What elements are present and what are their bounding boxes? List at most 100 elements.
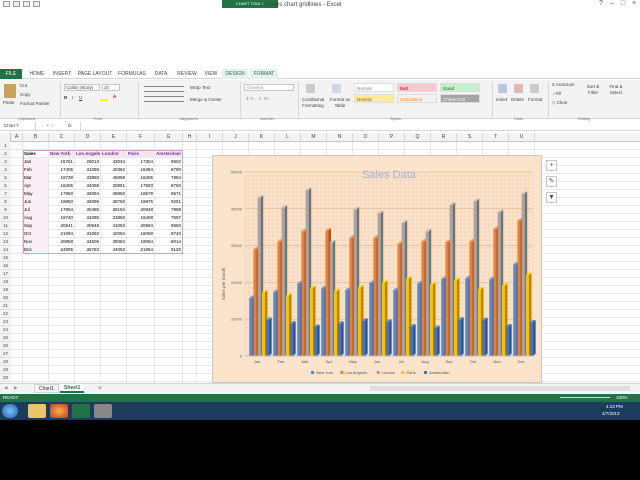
excel-taskbar-icon[interactable]: [72, 404, 90, 418]
paste-icon[interactable]: [4, 84, 16, 98]
conditional-formatting-icon[interactable]: [306, 84, 315, 93]
row-header-18[interactable]: 18: [0, 278, 11, 286]
tab-home[interactable]: HOME: [26, 69, 48, 79]
column-header-a[interactable]: A: [11, 133, 23, 142]
style-calculation[interactable]: Calculation: [397, 94, 437, 103]
row-header-23[interactable]: 23: [0, 318, 11, 326]
name-box[interactable]: Chart 7: [2, 122, 36, 130]
column-header-t[interactable]: T: [483, 133, 509, 142]
column-header-b[interactable]: B: [23, 133, 49, 142]
column-header-f[interactable]: F: [127, 133, 155, 142]
format-cells-icon[interactable]: [530, 84, 539, 93]
copy-button[interactable]: Copy: [20, 92, 31, 97]
row-header-29[interactable]: 29: [0, 366, 11, 374]
clear-button[interactable]: ◇ Clear: [552, 100, 567, 106]
row-header-11[interactable]: 11: [0, 222, 11, 230]
column-header-h[interactable]: H: [183, 133, 197, 142]
sheet-nav-left-icon[interactable]: ◀: [4, 385, 7, 391]
save-icon[interactable]: [13, 1, 20, 7]
column-header-o[interactable]: O: [353, 133, 379, 142]
tab-view[interactable]: VIEW: [202, 69, 220, 79]
delete-cells-icon[interactable]: [514, 84, 523, 93]
tab-format[interactable]: FORMAT: [250, 69, 278, 79]
insert-cells-button[interactable]: Insert: [496, 97, 507, 102]
tab-file[interactable]: FILE: [0, 69, 22, 79]
fx-icon[interactable]: fx: [68, 122, 72, 130]
formula-input[interactable]: [80, 122, 638, 130]
sheet-nav-right-icon[interactable]: ▶: [14, 385, 17, 391]
delete-cells-button[interactable]: Delete: [511, 97, 524, 102]
wrap-text-button[interactable]: Wrap Text: [190, 85, 210, 90]
add-sheet-icon[interactable]: ⊕: [98, 385, 102, 391]
number-format-icons[interactable]: $ % , .0 .00: [246, 96, 269, 101]
style-neutral[interactable]: Neutral: [354, 94, 394, 103]
fill-color-icon[interactable]: [100, 95, 108, 101]
column-header-r[interactable]: R: [431, 133, 457, 142]
underline-icon[interactable]: U: [79, 95, 82, 100]
row-header-17[interactable]: 17: [0, 270, 11, 278]
style-good[interactable]: Good: [440, 83, 480, 92]
format-cells-button[interactable]: Format: [528, 97, 542, 102]
chart-styles-brush-icon[interactable]: ✎: [546, 176, 557, 187]
sheet-tab-chart1[interactable]: Chart1: [34, 384, 60, 393]
undo-icon[interactable]: [23, 1, 30, 7]
row-header-9[interactable]: 9: [0, 206, 11, 214]
row-header-8[interactable]: 8: [0, 198, 11, 206]
alignment-icons[interactable]: [144, 84, 184, 104]
column-header-m[interactable]: M: [301, 133, 327, 142]
zoom-level[interactable]: 100%: [616, 395, 628, 400]
sales-chart[interactable]: 0 10000 20000 30000 40000 50000 Sales Data Sale…: [212, 155, 542, 383]
row-header-5[interactable]: 5: [0, 174, 11, 182]
minimize-button[interactable]: –: [607, 0, 617, 8]
column-header-p[interactable]: P: [379, 133, 405, 142]
help-icon[interactable]: ?: [596, 0, 606, 8]
close-button[interactable]: ×: [629, 0, 639, 8]
row-header-30[interactable]: 30: [0, 374, 11, 382]
row-header-19[interactable]: 19: [0, 286, 11, 294]
column-header-i[interactable]: I: [197, 133, 223, 142]
row-header-21[interactable]: 21: [0, 302, 11, 310]
maximize-button[interactable]: □: [618, 0, 628, 8]
tab-design[interactable]: DESIGN: [222, 69, 248, 79]
tab-page-layout[interactable]: PAGE LAYOUT: [76, 69, 114, 79]
bold-icon[interactable]: B: [64, 95, 67, 100]
column-header-e[interactable]: E: [101, 133, 127, 142]
format-as-table-button[interactable]: Format as Table: [328, 97, 352, 109]
chart-filter-icon[interactable]: ▼: [546, 192, 557, 203]
tab-formulas[interactable]: FORMULAS: [116, 69, 148, 79]
row-header-24[interactable]: 24: [0, 326, 11, 334]
fill-button[interactable]: ↓ Fill: [552, 91, 561, 96]
column-header-l[interactable]: L: [275, 133, 301, 142]
style-normal[interactable]: Normal: [354, 83, 394, 92]
row-header-14[interactable]: 14: [0, 246, 11, 254]
row-header-26[interactable]: 26: [0, 342, 11, 350]
column-header-u[interactable]: U: [509, 133, 535, 142]
row-header-25[interactable]: 25: [0, 334, 11, 342]
sheet-tab-sheet1[interactable]: Sheet1: [60, 384, 85, 393]
column-header-n[interactable]: N: [327, 133, 353, 142]
insert-cells-icon[interactable]: [498, 84, 507, 93]
redo-icon[interactable]: [33, 1, 40, 7]
row-header-20[interactable]: 20: [0, 294, 11, 302]
style-bad[interactable]: Bad: [397, 83, 437, 92]
start-button[interactable]: [2, 404, 18, 418]
row-header-15[interactable]: 15: [0, 254, 11, 262]
column-header-d[interactable]: D: [75, 133, 101, 142]
row-header-1[interactable]: 1: [0, 142, 11, 150]
column-header-g[interactable]: G: [155, 133, 183, 142]
row-header-4[interactable]: 4: [0, 166, 11, 174]
find-select-button[interactable]: Find & Select: [604, 84, 628, 96]
conditional-formatting-button[interactable]: Conditional Formatting: [300, 97, 326, 109]
row-header-7[interactable]: 7: [0, 190, 11, 198]
chart-elements-button[interactable]: +: [546, 160, 557, 171]
clock-date[interactable]: 4/7/2013: [602, 411, 620, 416]
format-painter-button[interactable]: Format Painter: [20, 101, 50, 106]
explorer-icon[interactable]: [28, 404, 46, 418]
horizontal-scrollbar[interactable]: [370, 386, 630, 391]
tab-data[interactable]: DATA: [150, 69, 172, 79]
style-check-cell[interactable]: Check Cell: [440, 94, 480, 103]
merge-center-button[interactable]: Merge & Center: [190, 97, 222, 102]
row-header-6[interactable]: 6: [0, 182, 11, 190]
row-header-22[interactable]: 22: [0, 310, 11, 318]
format-as-table-icon[interactable]: [332, 84, 341, 93]
